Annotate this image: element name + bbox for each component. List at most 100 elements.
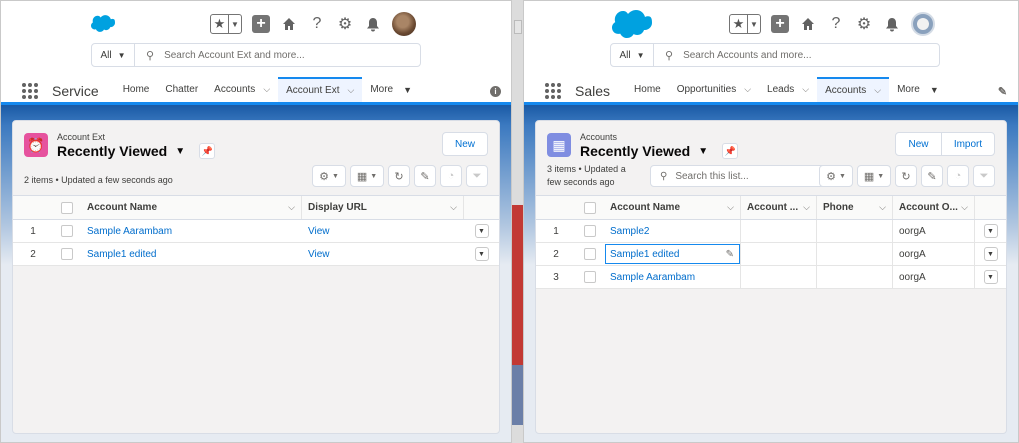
tab-accounts[interactable]: Accounts ⌵ bbox=[817, 77, 890, 102]
account-name-link[interactable]: Sample1 edited bbox=[610, 249, 680, 260]
row-actions-menu-icon[interactable]: ▼ bbox=[983, 224, 998, 238]
list-search-input[interactable]: ⚲ Search this list... bbox=[650, 165, 828, 187]
chevron-down-icon[interactable]: ⌵ bbox=[263, 84, 270, 95]
caret-down-icon[interactable]: ▼ bbox=[698, 146, 708, 157]
gear-icon[interactable]: ⚙ bbox=[336, 15, 354, 33]
chevron-down-icon[interactable]: ⌵ bbox=[961, 202, 968, 213]
favorites-button[interactable]: ★ ▼ bbox=[210, 14, 242, 34]
row-checkbox[interactable] bbox=[584, 271, 596, 283]
search-scope-dropdown[interactable]: All ▼ bbox=[92, 44, 135, 66]
filter-button[interactable]: ⏷ bbox=[973, 165, 995, 187]
display-url-link[interactable]: View bbox=[308, 226, 330, 237]
tab-more[interactable]: More ▼ bbox=[889, 77, 947, 102]
list-settings-button[interactable]: ⚙ ▼ bbox=[312, 165, 346, 187]
row-actions-menu-icon[interactable]: ▼ bbox=[474, 224, 489, 238]
avatar[interactable] bbox=[392, 12, 416, 36]
select-all-checkbox[interactable] bbox=[61, 201, 73, 214]
global-create-icon[interactable]: + bbox=[771, 15, 789, 33]
app-launcher-icon[interactable] bbox=[545, 83, 561, 99]
import-button[interactable]: Import bbox=[941, 133, 994, 155]
tab-home[interactable]: Home bbox=[115, 77, 158, 102]
avatar[interactable] bbox=[911, 12, 935, 36]
star-icon[interactable]: ★ bbox=[730, 15, 748, 33]
chevron-down-icon[interactable]: ▼ bbox=[748, 15, 760, 33]
column-header-phone[interactable]: Phone ⌵ bbox=[817, 196, 893, 219]
salesforce-logo-icon[interactable] bbox=[612, 10, 652, 38]
select-all-checkbox[interactable] bbox=[584, 201, 596, 214]
app-launcher-icon[interactable] bbox=[22, 83, 38, 99]
edit-list-button[interactable]: ✎ bbox=[414, 165, 436, 187]
caret-down-icon[interactable]: ▼ bbox=[175, 146, 185, 157]
account-name-cell[interactable]: Sample1 edited ✎ bbox=[604, 243, 741, 265]
tab-account-ext[interactable]: Account Ext ⌵ bbox=[278, 77, 363, 102]
chevron-down-icon[interactable]: ⌵ bbox=[879, 202, 886, 213]
row-actions-menu-icon[interactable]: ▼ bbox=[983, 247, 998, 261]
charts-button[interactable]: ◔ bbox=[440, 165, 462, 187]
account-name-link[interactable]: Sample1 edited bbox=[87, 249, 157, 260]
edit-list-button[interactable]: ✎ bbox=[921, 165, 943, 187]
help-icon[interactable]: ? bbox=[827, 15, 845, 33]
pin-icon[interactable]: 📌 bbox=[199, 143, 216, 159]
column-header-account-site[interactable]: Account ... ⌵ bbox=[741, 196, 817, 219]
display-as-button[interactable]: ▦ ▼ bbox=[350, 165, 384, 187]
refresh-button[interactable]: ↻ bbox=[388, 165, 410, 187]
chevron-down-icon[interactable]: ⌵ bbox=[803, 202, 810, 213]
tab-more[interactable]: More ▼ bbox=[362, 77, 420, 102]
chevron-down-icon[interactable]: ⌵ bbox=[450, 202, 457, 213]
column-header-display-url[interactable]: Display URL ⌵ bbox=[302, 196, 464, 219]
tab-leads[interactable]: Leads ⌵ bbox=[759, 77, 817, 102]
star-icon[interactable]: ★ bbox=[211, 15, 229, 33]
edit-nav-icon[interactable]: ✎ bbox=[997, 86, 1008, 98]
pin-icon[interactable]: 📌 bbox=[722, 143, 739, 159]
global-search[interactable]: All ▼ ⚲ Search Accounts and more... bbox=[610, 43, 940, 67]
favorites-button[interactable]: ★ ▼ bbox=[729, 14, 761, 34]
gear-icon[interactable]: ⚙ bbox=[855, 15, 873, 33]
column-header-account-name[interactable]: Account Name ⌵ bbox=[604, 196, 741, 219]
row-checkbox[interactable] bbox=[61, 225, 73, 237]
trailhead-icon[interactable] bbox=[799, 15, 817, 33]
account-name-link[interactable]: Sample Aarambam bbox=[87, 226, 172, 237]
chevron-down-icon[interactable]: ▼ bbox=[229, 15, 241, 33]
row-actions-menu-icon[interactable]: ▼ bbox=[983, 270, 998, 284]
list-view-selector[interactable]: Recently Viewed ▼ 📌 bbox=[580, 143, 739, 159]
global-search[interactable]: All ▼ ⚲ Search Account Ext and more... bbox=[91, 43, 421, 67]
new-button[interactable]: New bbox=[442, 132, 488, 156]
bell-icon[interactable] bbox=[883, 15, 901, 33]
chevron-down-icon[interactable]: ⌵ bbox=[874, 85, 881, 96]
account-name-link[interactable]: Sample Aarambam bbox=[610, 272, 695, 283]
display-as-button[interactable]: ▦ ▼ bbox=[857, 165, 891, 187]
tab-accounts[interactable]: Accounts ⌵ bbox=[206, 77, 278, 102]
chevron-down-icon[interactable]: ⌵ bbox=[348, 85, 355, 96]
tab-home[interactable]: Home bbox=[626, 77, 669, 102]
row-checkbox[interactable] bbox=[61, 248, 73, 260]
column-header-account-owner[interactable]: Account O... ⌵ bbox=[893, 196, 975, 219]
chevron-down-icon[interactable]: ⌵ bbox=[288, 202, 295, 213]
trailhead-icon[interactable] bbox=[280, 15, 298, 33]
info-icon[interactable]: i bbox=[490, 86, 501, 97]
display-url-link[interactable]: View bbox=[308, 249, 330, 260]
bell-icon[interactable] bbox=[364, 15, 382, 33]
charts-button[interactable]: ◔ bbox=[947, 165, 969, 187]
salesforce-logo-icon[interactable] bbox=[91, 15, 115, 32]
search-input[interactable]: ⚲ Search Account Ext and more... bbox=[135, 44, 420, 66]
refresh-button[interactable]: ↻ bbox=[895, 165, 917, 187]
list-settings-button[interactable]: ⚙ ▼ bbox=[819, 165, 853, 187]
filter-button[interactable]: ⏷ bbox=[466, 165, 488, 187]
search-scope-dropdown[interactable]: All ▼ bbox=[611, 44, 654, 66]
pencil-icon[interactable]: ✎ bbox=[726, 249, 734, 260]
chevron-down-icon[interactable]: ⌵ bbox=[727, 202, 734, 213]
row-actions-menu-icon[interactable]: ▼ bbox=[474, 247, 489, 261]
help-icon[interactable]: ? bbox=[308, 15, 326, 33]
account-name-link[interactable]: Sample2 bbox=[610, 226, 649, 237]
row-checkbox[interactable] bbox=[584, 225, 596, 237]
global-create-icon[interactable]: + bbox=[252, 15, 270, 33]
tab-opportunities[interactable]: Opportunities ⌵ bbox=[669, 77, 759, 102]
tab-chatter[interactable]: Chatter bbox=[157, 77, 206, 102]
list-view-selector[interactable]: Recently Viewed ▼ 📌 bbox=[57, 143, 216, 159]
chevron-down-icon[interactable]: ⌵ bbox=[802, 84, 809, 95]
search-input[interactable]: ⚲ Search Accounts and more... bbox=[654, 44, 939, 66]
chevron-down-icon[interactable]: ⌵ bbox=[744, 84, 751, 95]
row-checkbox[interactable] bbox=[584, 248, 596, 260]
column-header-account-name[interactable]: Account Name ⌵ bbox=[81, 196, 302, 219]
new-button[interactable]: New bbox=[896, 133, 941, 155]
